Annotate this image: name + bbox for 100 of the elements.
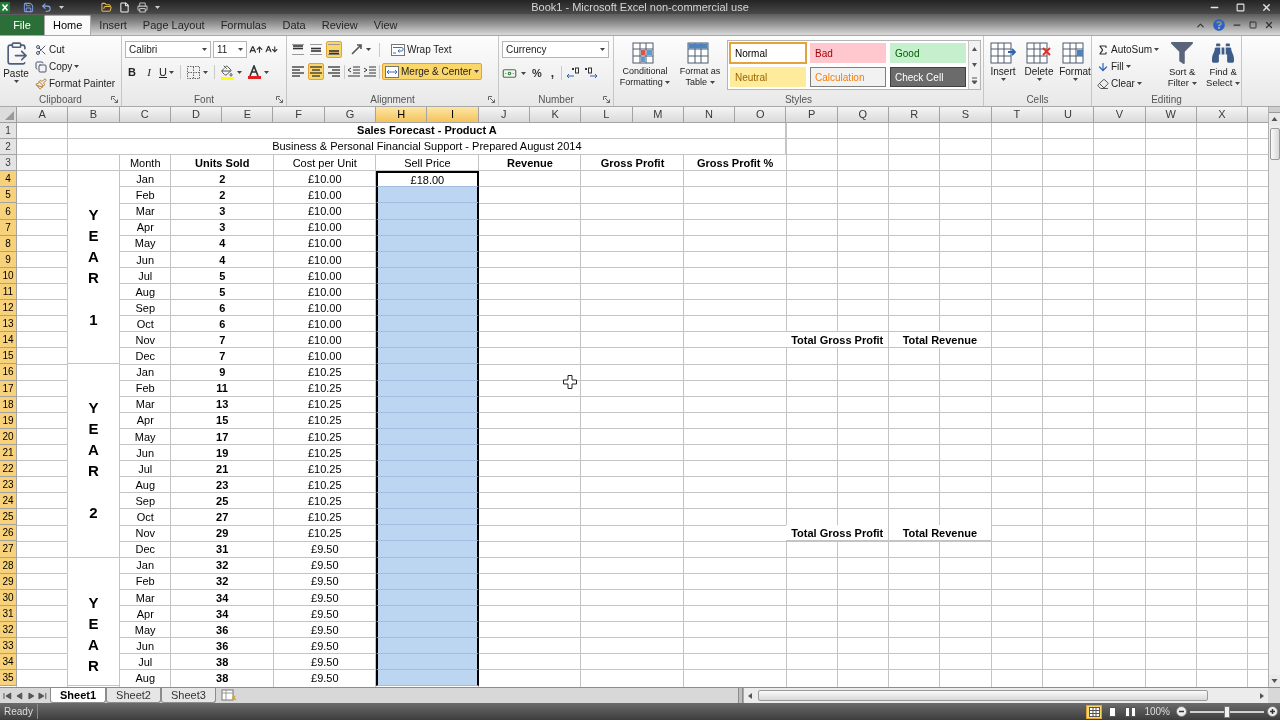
row-header[interactable]: 1 bbox=[0, 123, 17, 140]
column-header[interactable]: T bbox=[991, 107, 1043, 123]
row-header[interactable]: 35 bbox=[0, 670, 17, 687]
indent-icon[interactable] bbox=[363, 66, 377, 77]
row-header[interactable]: 23 bbox=[0, 477, 17, 494]
column-header[interactable]: J bbox=[478, 107, 530, 123]
ribbon-tab[interactable]: View bbox=[365, 15, 406, 35]
column-header[interactable]: U bbox=[1042, 107, 1095, 123]
document-icon[interactable] bbox=[119, 1, 130, 13]
horizontal-align-button[interactable] bbox=[290, 63, 306, 80]
row-header[interactable]: 3 bbox=[0, 155, 17, 172]
row-header[interactable]: 14 bbox=[0, 332, 17, 349]
row-header[interactable]: 16 bbox=[0, 364, 17, 381]
column-header[interactable]: W bbox=[1145, 107, 1197, 123]
cell-style-tile[interactable]: Normal bbox=[730, 43, 806, 63]
ribbon-tab[interactable]: Review bbox=[313, 15, 366, 35]
column-header[interactable]: D bbox=[170, 107, 223, 123]
folder-icon[interactable] bbox=[101, 1, 112, 13]
italic-button[interactable]: I bbox=[142, 64, 156, 80]
column-header[interactable]: V bbox=[1094, 107, 1146, 123]
column-header[interactable]: M bbox=[632, 107, 684, 123]
vertical-align-button[interactable] bbox=[326, 41, 342, 58]
clear-button[interactable]: Clear bbox=[1095, 75, 1162, 92]
close-icon[interactable] bbox=[1264, 20, 1274, 30]
caret-icon[interactable] bbox=[263, 70, 269, 74]
format-painter-button[interactable]: Format Painter bbox=[33, 75, 118, 92]
row-header[interactable]: 4 bbox=[0, 171, 17, 188]
row-header[interactable]: 12 bbox=[0, 300, 17, 317]
row-header[interactable]: 27 bbox=[0, 541, 17, 558]
cell-style-tile[interactable]: Check Cell bbox=[890, 67, 966, 87]
ribbon-tab[interactable]: Insert bbox=[91, 15, 135, 35]
minus-circle-icon[interactable] bbox=[1176, 706, 1187, 717]
split-handle[interactable] bbox=[1269, 107, 1280, 113]
sheet-tab[interactable]: Sheet3 bbox=[160, 688, 216, 703]
slider-thumb[interactable] bbox=[1224, 705, 1230, 718]
bold-button[interactable]: B bbox=[125, 64, 139, 80]
find-select-button[interactable]: Find & Select bbox=[1203, 40, 1244, 93]
close-icon[interactable] bbox=[1261, 1, 1272, 13]
skip-left-icon[interactable] bbox=[2, 690, 13, 701]
cell-style-tile[interactable]: Bad bbox=[810, 43, 886, 63]
scrollbar-thumb[interactable] bbox=[1269, 128, 1280, 160]
zoom-level[interactable]: 100% bbox=[1144, 704, 1170, 719]
view-button[interactable] bbox=[1086, 704, 1103, 719]
caret-icon[interactable] bbox=[366, 48, 371, 51]
sheet-tab[interactable]: Sheet2 bbox=[106, 688, 161, 703]
vertical-align-button[interactable] bbox=[308, 41, 324, 58]
number-format-field[interactable]: Currency bbox=[502, 41, 609, 58]
row-header[interactable]: 24 bbox=[0, 493, 17, 510]
row-header[interactable]: 33 bbox=[0, 638, 17, 655]
horizontal-align-button[interactable] bbox=[326, 63, 342, 80]
font-color-icon[interactable] bbox=[247, 65, 261, 79]
ribbon-tab[interactable]: Formulas bbox=[212, 15, 275, 35]
printer-icon[interactable] bbox=[137, 1, 148, 13]
column-header[interactable]: L bbox=[581, 107, 633, 123]
percent-style-button[interactable]: % bbox=[530, 64, 544, 82]
fill-button[interactable]: Fill bbox=[1095, 58, 1162, 75]
caret-icon[interactable] bbox=[202, 70, 208, 74]
insert-button[interactable]: Insert bbox=[987, 40, 1019, 93]
split-handle[interactable] bbox=[738, 688, 743, 703]
diagonal-arrow-icon[interactable] bbox=[350, 43, 364, 56]
column-header[interactable]: S bbox=[940, 107, 992, 123]
row-header[interactable]: 5 bbox=[0, 187, 17, 204]
column-header[interactable]: H bbox=[376, 107, 428, 123]
font-name-field[interactable]: Calibri bbox=[125, 41, 211, 58]
zoom-slider[interactable] bbox=[1190, 705, 1264, 718]
dialog-launcher-icon[interactable] bbox=[276, 96, 283, 103]
dialog-launcher-icon[interactable] bbox=[488, 96, 495, 103]
merge-center-button[interactable]: Merge & Center bbox=[382, 63, 482, 80]
border-grid-icon[interactable] bbox=[186, 65, 200, 79]
caret-icon[interactable] bbox=[155, 5, 160, 9]
horizontal-align-button[interactable] bbox=[308, 63, 324, 80]
font-size-field[interactable]: 11 bbox=[213, 41, 247, 58]
paint-bucket-icon[interactable] bbox=[220, 64, 234, 80]
dialog-launcher-icon[interactable] bbox=[111, 96, 118, 103]
scrollbar-thumb[interactable] bbox=[758, 690, 1208, 701]
view-button[interactable] bbox=[1122, 704, 1139, 719]
row-header[interactable]: 25 bbox=[0, 509, 17, 526]
ribbon-tab[interactable]: Page Layout bbox=[134, 15, 213, 35]
ribbon-tab[interactable]: Home bbox=[44, 15, 92, 35]
column-header[interactable]: I bbox=[427, 107, 479, 123]
ribbon-tab[interactable]: Data bbox=[274, 15, 314, 35]
increase-decimal-icon[interactable] bbox=[566, 67, 581, 79]
help-icon[interactable] bbox=[1213, 19, 1225, 31]
row-header[interactable]: 15 bbox=[0, 348, 17, 365]
row-header[interactable]: 34 bbox=[0, 654, 17, 671]
comma-style-button[interactable]: , bbox=[547, 64, 558, 82]
column-header[interactable]: B bbox=[68, 107, 120, 123]
caret-icon[interactable] bbox=[59, 5, 64, 9]
delete-button[interactable]: Delete bbox=[1023, 40, 1055, 93]
column-header[interactable]: K bbox=[529, 107, 582, 123]
column-header[interactable]: A bbox=[17, 107, 69, 123]
column-header[interactable]: F bbox=[273, 107, 325, 123]
row-header[interactable]: 13 bbox=[0, 316, 17, 333]
skip-right-icon[interactable] bbox=[37, 690, 48, 701]
app-logo-icon[interactable] bbox=[0, 1, 10, 13]
vertical-align-button[interactable] bbox=[290, 41, 306, 58]
vertical-scrollbar[interactable] bbox=[1269, 125, 1280, 675]
column-header[interactable]: O bbox=[735, 107, 787, 123]
column-header[interactable]: C bbox=[119, 107, 171, 123]
copy-button[interactable]: Copy bbox=[33, 58, 118, 75]
